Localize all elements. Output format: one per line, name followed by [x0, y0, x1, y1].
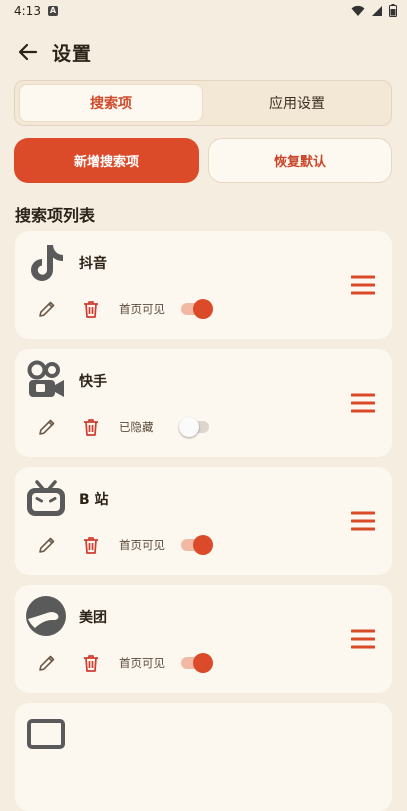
- search-item-card: [15, 703, 392, 811]
- delete-trash-icon[interactable]: [81, 299, 101, 319]
- visibility-label: 首页可见: [119, 538, 165, 552]
- restore-default-button[interactable]: 恢复默认: [208, 138, 392, 183]
- edit-pencil-icon[interactable]: [37, 299, 57, 319]
- notification-icon: A: [48, 6, 58, 16]
- settings-tabs: 搜索项 应用设置: [14, 80, 392, 126]
- visibility-toggle[interactable]: [179, 417, 211, 437]
- visibility-toggle[interactable]: [181, 535, 213, 555]
- drag-handle-icon[interactable]: [351, 392, 375, 414]
- drag-handle-icon[interactable]: [351, 274, 375, 296]
- status-bar: 4:13 A: [0, 0, 407, 24]
- bilibili-logo-icon: [27, 480, 65, 516]
- item-name: 美团: [79, 610, 107, 626]
- status-time: 4:13: [14, 4, 41, 18]
- item-name: 抖音: [79, 256, 107, 272]
- drag-handle-icon[interactable]: [351, 510, 375, 532]
- search-item-card: 抖音 首页可见: [15, 231, 392, 339]
- delete-trash-icon[interactable]: [81, 653, 101, 673]
- app-bar: 设置: [0, 30, 407, 74]
- search-item-card: B 站 首页可见: [15, 467, 392, 575]
- visibility-toggle[interactable]: [181, 653, 213, 673]
- item-name: 快手: [79, 374, 107, 390]
- item-name: B 站: [79, 492, 109, 508]
- delete-trash-icon[interactable]: [81, 535, 101, 555]
- kuaishou-logo-icon: [27, 360, 64, 397]
- edit-pencil-icon[interactable]: [37, 653, 57, 673]
- douyin-logo-icon: [31, 245, 63, 281]
- page-title: 设置: [52, 43, 93, 65]
- tab-app-settings[interactable]: 应用设置: [205, 84, 389, 122]
- wifi-icon: [351, 5, 365, 16]
- search-item-card: 快手 已隐藏: [15, 349, 392, 457]
- add-search-item-button[interactable]: 新增搜索项: [14, 138, 199, 183]
- drag-handle-icon[interactable]: [351, 628, 375, 650]
- edit-pencil-icon[interactable]: [37, 535, 57, 555]
- back-arrow-icon[interactable]: [16, 40, 40, 64]
- delete-trash-icon[interactable]: [81, 417, 101, 437]
- signal-icon: [372, 5, 382, 16]
- search-item-card: 美团 首页可见: [15, 585, 392, 693]
- visibility-toggle[interactable]: [181, 299, 213, 319]
- battery-icon: [389, 4, 397, 17]
- status-icons: [351, 4, 397, 17]
- visibility-label: 已隐藏: [119, 420, 154, 434]
- meituan-logo-icon: [26, 596, 66, 636]
- app-logo-icon: [27, 719, 65, 749]
- tab-search-items[interactable]: 搜索项: [19, 84, 203, 122]
- visibility-label: 首页可见: [119, 656, 165, 670]
- edit-pencil-icon[interactable]: [37, 417, 57, 437]
- visibility-label: 首页可见: [119, 302, 165, 316]
- section-title: 搜索项列表: [15, 206, 96, 225]
